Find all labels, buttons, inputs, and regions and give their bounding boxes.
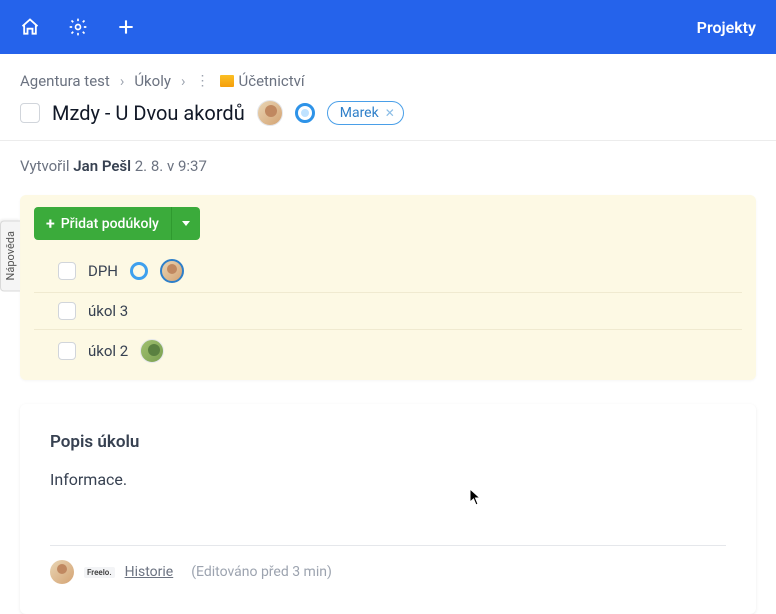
breadcrumb-list[interactable]: Účetnictví — [220, 72, 304, 90]
meta-suffix: 2. 8. v 9:37 — [131, 157, 207, 175]
progress-ring-icon[interactable] — [130, 262, 148, 280]
subtask-name: úkol 3 — [88, 302, 128, 320]
subtask-row[interactable]: úkol 2 — [34, 330, 742, 372]
gear-icon[interactable] — [68, 17, 88, 37]
help-tab[interactable]: Nápověda — [0, 220, 20, 291]
chevron-right-icon: › — [181, 72, 186, 90]
subtask-checkbox[interactable] — [58, 302, 76, 320]
subtask-name: DPH — [88, 262, 118, 280]
history-link[interactable]: Historie — [125, 564, 174, 580]
subtask-checkbox[interactable] — [58, 342, 76, 360]
tag-label: Marek — [340, 105, 379, 121]
avatar[interactable] — [257, 100, 283, 126]
description-footer: Freelo. Historie (Editováno před 3 min) — [50, 560, 726, 584]
meta-author: Jan Pešl — [73, 157, 131, 175]
edited-note: (Editováno před 3 min) — [191, 564, 332, 580]
task-checkbox[interactable] — [20, 103, 40, 123]
folder-icon — [220, 75, 234, 87]
chevron-down-icon — [182, 221, 190, 226]
plus-icon: + — [46, 214, 55, 233]
subtask-checkbox[interactable] — [58, 262, 76, 280]
subtask-row[interactable]: úkol 3 — [34, 293, 742, 330]
breadcrumb: Agentura test › Úkoly › ⋮ Účetnictví — [0, 54, 776, 100]
close-icon[interactable]: ✕ — [385, 106, 395, 120]
chevron-right-icon: › — [120, 72, 125, 90]
progress-ring-icon[interactable] — [295, 103, 315, 123]
plus-icon[interactable] — [116, 17, 136, 37]
add-subtask-button[interactable]: + Přidat podúkoly — [34, 207, 171, 240]
description-heading: Popis úkolu — [50, 432, 726, 452]
description-card: Popis úkolu Informace. Freelo. Historie … — [20, 404, 756, 614]
freelo-badge: Freelo. — [84, 567, 115, 578]
avatar[interactable] — [160, 259, 184, 283]
avatar[interactable] — [50, 560, 74, 584]
breadcrumb-section[interactable]: Úkoly — [134, 72, 171, 90]
task-meta: Vytvořil Jan Pešl 2. 8. v 9:37 — [0, 140, 776, 189]
meta-prefix: Vytvořil — [20, 157, 73, 175]
divider — [50, 545, 726, 546]
add-subtask-dropdown[interactable] — [171, 207, 200, 240]
assignee-tag[interactable]: Marek ✕ — [327, 101, 404, 125]
subtask-row[interactable]: DPH — [34, 250, 742, 293]
subtasks-section: + Přidat podúkoly DPH úkol 3 úkol 2 — [20, 195, 756, 380]
breadcrumb-project[interactable]: Agentura test — [20, 72, 110, 90]
add-subtask-label: Přidat podúkoly — [61, 216, 159, 232]
task-title: Mzdy - U Dvou akordů — [52, 101, 245, 125]
breadcrumb-list-label: Účetnictví — [238, 72, 304, 90]
avatar[interactable] — [140, 339, 164, 363]
more-icon[interactable]: ⋮ — [195, 73, 210, 89]
topbar-left-icons — [20, 17, 136, 37]
add-subtask-group: + Přidat podúkoly — [34, 207, 200, 240]
subtask-name: úkol 2 — [88, 342, 128, 360]
projects-link[interactable]: Projekty — [697, 18, 756, 37]
top-bar: Projekty — [0, 0, 776, 54]
description-body[interactable]: Informace. — [50, 470, 726, 489]
task-header: Mzdy - U Dvou akordů Marek ✕ — [0, 100, 776, 140]
home-icon[interactable] — [20, 17, 40, 37]
